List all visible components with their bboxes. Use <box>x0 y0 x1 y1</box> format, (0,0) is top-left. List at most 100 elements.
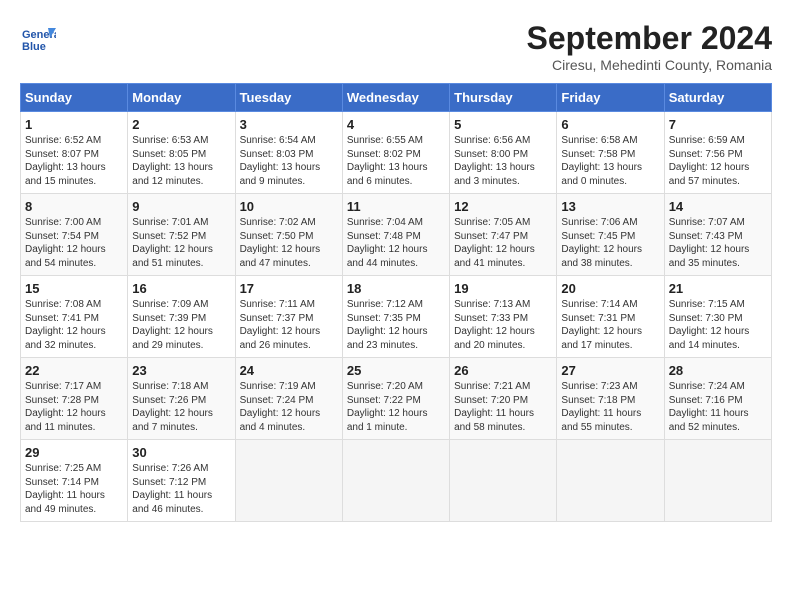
day-info: Sunrise: 6:53 AM Sunset: 8:05 PM Dayligh… <box>132 135 213 187</box>
day-info: Sunrise: 6:58 AM Sunset: 7:58 PM Dayligh… <box>561 135 642 187</box>
day-info: Sunrise: 7:00 AM Sunset: 7:54 PM Dayligh… <box>25 217 106 269</box>
day-info: Sunrise: 7:18 AM Sunset: 7:26 PM Dayligh… <box>132 381 213 433</box>
day-number: 6 <box>561 117 659 132</box>
day-info: Sunrise: 7:15 AM Sunset: 7:30 PM Dayligh… <box>669 299 750 351</box>
weekday-header: Tuesday <box>235 84 342 112</box>
day-info: Sunrise: 7:19 AM Sunset: 7:24 PM Dayligh… <box>240 381 321 433</box>
location-subtitle: Ciresu, Mehedinti County, Romania <box>527 57 772 73</box>
calendar-day-cell: 7 Sunrise: 6:59 AM Sunset: 7:56 PM Dayli… <box>664 112 771 194</box>
day-number: 21 <box>669 281 767 296</box>
day-number: 5 <box>454 117 552 132</box>
weekday-header: Sunday <box>21 84 128 112</box>
day-number: 19 <box>454 281 552 296</box>
calendar-day-cell <box>664 440 771 522</box>
day-info: Sunrise: 7:13 AM Sunset: 7:33 PM Dayligh… <box>454 299 535 351</box>
day-number: 10 <box>240 199 338 214</box>
calendar-day-cell: 23 Sunrise: 7:18 AM Sunset: 7:26 PM Dayl… <box>128 358 235 440</box>
day-info: Sunrise: 7:06 AM Sunset: 7:45 PM Dayligh… <box>561 217 642 269</box>
day-info: Sunrise: 7:02 AM Sunset: 7:50 PM Dayligh… <box>240 217 321 269</box>
day-number: 12 <box>454 199 552 214</box>
calendar-day-cell: 15 Sunrise: 7:08 AM Sunset: 7:41 PM Dayl… <box>21 276 128 358</box>
day-number: 4 <box>347 117 445 132</box>
calendar-day-cell: 6 Sunrise: 6:58 AM Sunset: 7:58 PM Dayli… <box>557 112 664 194</box>
day-number: 8 <box>25 199 123 214</box>
day-number: 14 <box>669 199 767 214</box>
calendar-day-cell: 16 Sunrise: 7:09 AM Sunset: 7:39 PM Dayl… <box>128 276 235 358</box>
day-info: Sunrise: 6:56 AM Sunset: 8:00 PM Dayligh… <box>454 135 535 187</box>
day-info: Sunrise: 7:12 AM Sunset: 7:35 PM Dayligh… <box>347 299 428 351</box>
day-number: 9 <box>132 199 230 214</box>
calendar-day-cell: 12 Sunrise: 7:05 AM Sunset: 7:47 PM Dayl… <box>450 194 557 276</box>
weekday-header: Monday <box>128 84 235 112</box>
weekday-header: Wednesday <box>342 84 449 112</box>
calendar-week-row: 1 Sunrise: 6:52 AM Sunset: 8:07 PM Dayli… <box>21 112 772 194</box>
calendar-day-cell <box>342 440 449 522</box>
title-section: September 2024 Ciresu, Mehedinti County,… <box>527 20 772 73</box>
calendar-week-row: 22 Sunrise: 7:17 AM Sunset: 7:28 PM Dayl… <box>21 358 772 440</box>
calendar-day-cell <box>450 440 557 522</box>
day-number: 27 <box>561 363 659 378</box>
month-title: September 2024 <box>527 20 772 57</box>
calendar-day-cell: 2 Sunrise: 6:53 AM Sunset: 8:05 PM Dayli… <box>128 112 235 194</box>
day-number: 23 <box>132 363 230 378</box>
calendar-day-cell: 10 Sunrise: 7:02 AM Sunset: 7:50 PM Dayl… <box>235 194 342 276</box>
calendar-day-cell: 13 Sunrise: 7:06 AM Sunset: 7:45 PM Dayl… <box>557 194 664 276</box>
day-info: Sunrise: 7:17 AM Sunset: 7:28 PM Dayligh… <box>25 381 106 433</box>
calendar-day-cell: 3 Sunrise: 6:54 AM Sunset: 8:03 PM Dayli… <box>235 112 342 194</box>
day-info: Sunrise: 7:14 AM Sunset: 7:31 PM Dayligh… <box>561 299 642 351</box>
calendar-table: SundayMondayTuesdayWednesdayThursdayFrid… <box>20 83 772 522</box>
calendar-day-cell: 8 Sunrise: 7:00 AM Sunset: 7:54 PM Dayli… <box>21 194 128 276</box>
day-info: Sunrise: 7:07 AM Sunset: 7:43 PM Dayligh… <box>669 217 750 269</box>
calendar-day-cell: 25 Sunrise: 7:20 AM Sunset: 7:22 PM Dayl… <box>342 358 449 440</box>
weekday-header-row: SundayMondayTuesdayWednesdayThursdayFrid… <box>21 84 772 112</box>
day-info: Sunrise: 7:25 AM Sunset: 7:14 PM Dayligh… <box>25 463 105 515</box>
day-info: Sunrise: 7:09 AM Sunset: 7:39 PM Dayligh… <box>132 299 213 351</box>
day-number: 22 <box>25 363 123 378</box>
calendar-day-cell: 28 Sunrise: 7:24 AM Sunset: 7:16 PM Dayl… <box>664 358 771 440</box>
logo: General Blue <box>20 20 56 56</box>
calendar-day-cell: 18 Sunrise: 7:12 AM Sunset: 7:35 PM Dayl… <box>342 276 449 358</box>
day-number: 7 <box>669 117 767 132</box>
day-number: 3 <box>240 117 338 132</box>
calendar-day-cell: 27 Sunrise: 7:23 AM Sunset: 7:18 PM Dayl… <box>557 358 664 440</box>
day-number: 29 <box>25 445 123 460</box>
svg-text:Blue: Blue <box>22 41 46 53</box>
calendar-day-cell: 14 Sunrise: 7:07 AM Sunset: 7:43 PM Dayl… <box>664 194 771 276</box>
calendar-day-cell: 1 Sunrise: 6:52 AM Sunset: 8:07 PM Dayli… <box>21 112 128 194</box>
day-number: 30 <box>132 445 230 460</box>
calendar-week-row: 8 Sunrise: 7:00 AM Sunset: 7:54 PM Dayli… <box>21 194 772 276</box>
calendar-day-cell: 21 Sunrise: 7:15 AM Sunset: 7:30 PM Dayl… <box>664 276 771 358</box>
day-info: Sunrise: 7:01 AM Sunset: 7:52 PM Dayligh… <box>132 217 213 269</box>
logo-icon: General Blue <box>20 20 56 56</box>
day-number: 25 <box>347 363 445 378</box>
calendar-day-cell <box>235 440 342 522</box>
calendar-day-cell: 17 Sunrise: 7:11 AM Sunset: 7:37 PM Dayl… <box>235 276 342 358</box>
day-info: Sunrise: 6:55 AM Sunset: 8:02 PM Dayligh… <box>347 135 428 187</box>
calendar-day-cell: 4 Sunrise: 6:55 AM Sunset: 8:02 PM Dayli… <box>342 112 449 194</box>
day-number: 28 <box>669 363 767 378</box>
calendar-day-cell: 22 Sunrise: 7:17 AM Sunset: 7:28 PM Dayl… <box>21 358 128 440</box>
day-info: Sunrise: 7:04 AM Sunset: 7:48 PM Dayligh… <box>347 217 428 269</box>
weekday-header: Friday <box>557 84 664 112</box>
weekday-header: Saturday <box>664 84 771 112</box>
day-info: Sunrise: 7:21 AM Sunset: 7:20 PM Dayligh… <box>454 381 534 433</box>
calendar-day-cell: 9 Sunrise: 7:01 AM Sunset: 7:52 PM Dayli… <box>128 194 235 276</box>
calendar-day-cell: 26 Sunrise: 7:21 AM Sunset: 7:20 PM Dayl… <box>450 358 557 440</box>
calendar-day-cell: 20 Sunrise: 7:14 AM Sunset: 7:31 PM Dayl… <box>557 276 664 358</box>
day-info: Sunrise: 7:08 AM Sunset: 7:41 PM Dayligh… <box>25 299 106 351</box>
calendar-week-row: 15 Sunrise: 7:08 AM Sunset: 7:41 PM Dayl… <box>21 276 772 358</box>
day-number: 15 <box>25 281 123 296</box>
day-number: 1 <box>25 117 123 132</box>
day-number: 17 <box>240 281 338 296</box>
calendar-week-row: 29 Sunrise: 7:25 AM Sunset: 7:14 PM Dayl… <box>21 440 772 522</box>
day-info: Sunrise: 7:23 AM Sunset: 7:18 PM Dayligh… <box>561 381 641 433</box>
calendar-day-cell: 29 Sunrise: 7:25 AM Sunset: 7:14 PM Dayl… <box>21 440 128 522</box>
day-number: 11 <box>347 199 445 214</box>
calendar-day-cell: 24 Sunrise: 7:19 AM Sunset: 7:24 PM Dayl… <box>235 358 342 440</box>
day-info: Sunrise: 6:59 AM Sunset: 7:56 PM Dayligh… <box>669 135 750 187</box>
day-number: 20 <box>561 281 659 296</box>
day-number: 2 <box>132 117 230 132</box>
calendar-day-cell: 30 Sunrise: 7:26 AM Sunset: 7:12 PM Dayl… <box>128 440 235 522</box>
calendar-day-cell: 5 Sunrise: 6:56 AM Sunset: 8:00 PM Dayli… <box>450 112 557 194</box>
calendar-day-cell: 19 Sunrise: 7:13 AM Sunset: 7:33 PM Dayl… <box>450 276 557 358</box>
